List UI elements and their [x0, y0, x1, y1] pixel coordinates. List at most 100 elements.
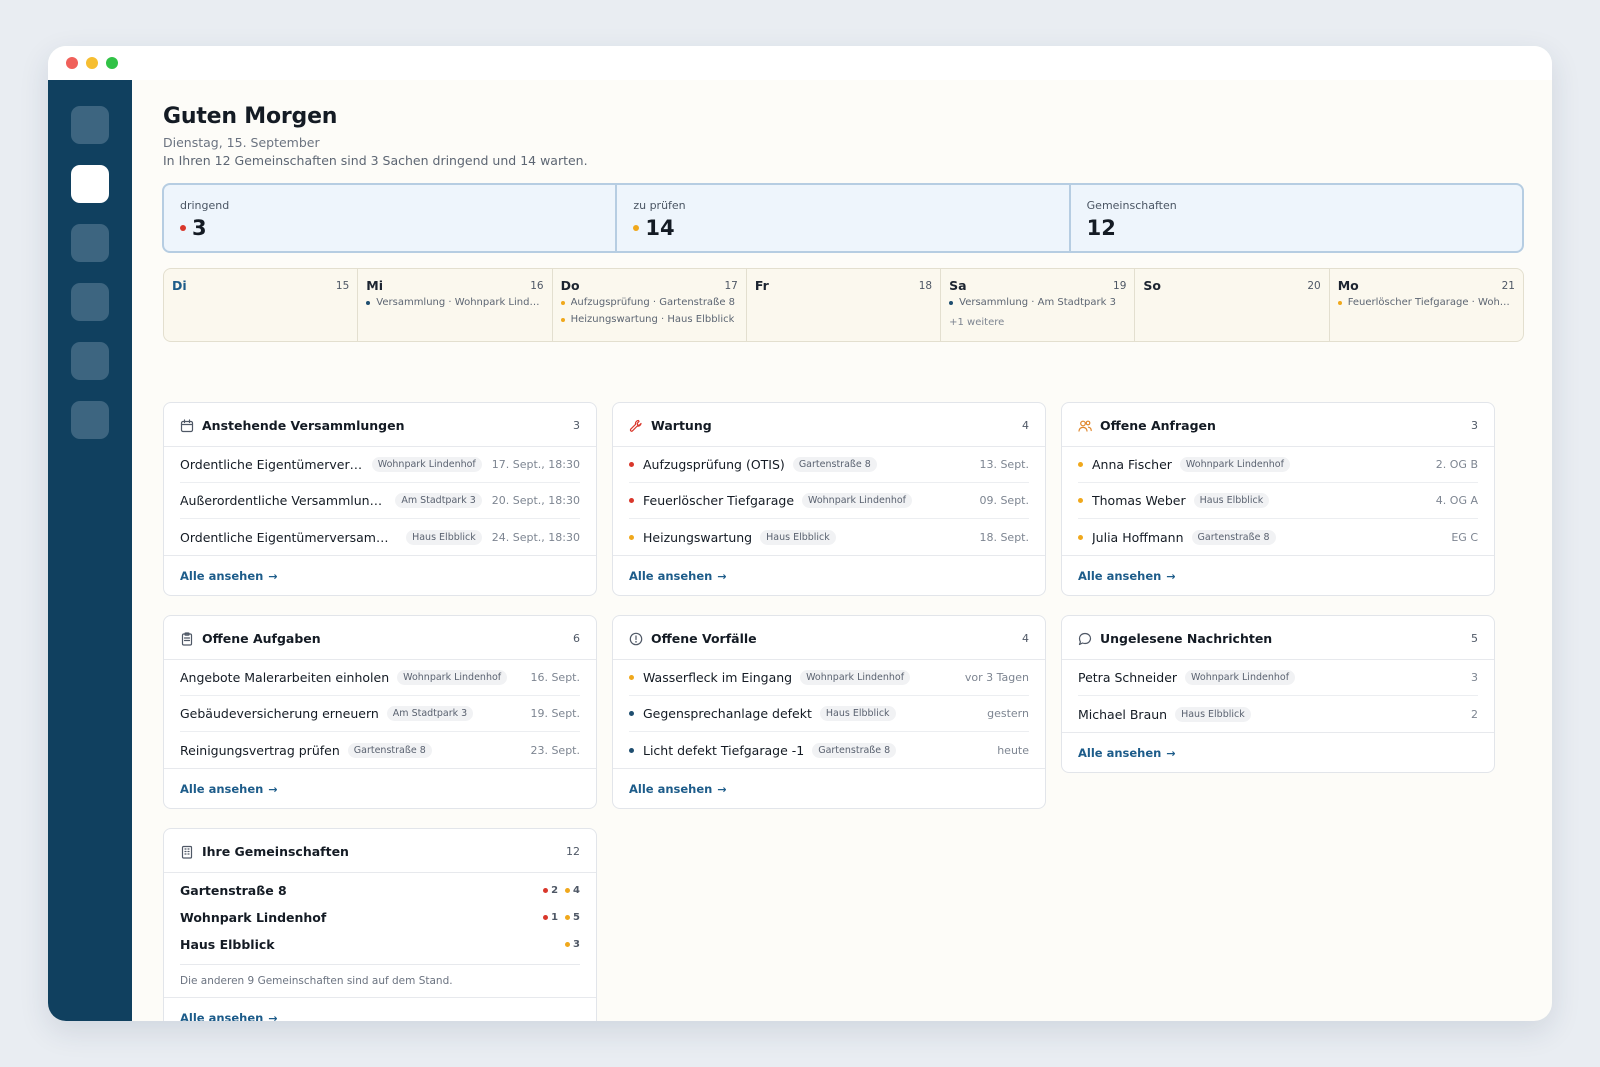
item-title: Angebote Malerarbeiten einholen [180, 670, 390, 685]
card-list: Anna Fischer Wohnpark Lindenhof 2. OG B Tho… [1062, 447, 1494, 555]
minimize-window-button[interactable] [86, 57, 98, 69]
list-item[interactable]: Angebote Malerarbeiten einholen Wohnpark … [180, 660, 580, 696]
list-item[interactable]: Außerordentliche Versammlung: Dachsanier… [180, 483, 580, 519]
event-text: Aufzugsprüfung · Gartenstraße 8 [570, 297, 736, 308]
list-item[interactable]: Licht defekt Tiefgarage -1 Gartenstraße 8… [629, 732, 1029, 768]
list-item[interactable]: Thomas Weber Haus Elbblick 4. OG A [1078, 483, 1478, 519]
calendar-event[interactable]: Versammlung · Wohnpark Lindenhof [366, 297, 544, 308]
maximize-window-button[interactable] [106, 57, 118, 69]
community-row[interactable]: Haus Elbblick 3 [180, 931, 580, 958]
calendar-day[interactable]: So 20 [1135, 269, 1330, 341]
review-count: 3 [565, 939, 580, 950]
list-item[interactable]: Gegensprechanlage defekt Haus Elbblick ges… [629, 696, 1029, 732]
card-header: Ungelesene Nachrichten 5 [1062, 616, 1494, 660]
list-item[interactable]: Petra Schneider Wohnpark Lindenhof 3 [1078, 660, 1478, 696]
card-footer: Alle ansehen → [164, 555, 596, 595]
list-item[interactable]: Wasserfleck im Eingang Wohnpark Lindenhof… [629, 660, 1029, 696]
item-meta: 2 [1471, 707, 1478, 721]
status-dot-icon [629, 711, 634, 716]
card-header: Wartung 4 [613, 403, 1045, 447]
item-meta: 16. Sept. [530, 671, 580, 684]
review-dot-icon [565, 942, 571, 947]
arrow-right-icon: → [268, 569, 278, 583]
list-item[interactable]: Ordentliche Eigentümerversammlung Wohnpar… [180, 447, 580, 483]
community-list: Gartenstraße 8 2 4 Wohnpark Lindenhof 1 5 Haus… [164, 873, 596, 958]
community-badge: Gartenstraße 8 [812, 742, 897, 758]
list-item[interactable]: Ordentliche Eigentümerversammlung Haus El… [180, 519, 580, 555]
calendar-event[interactable]: Heizungswartung · Haus Elbblick [560, 314, 738, 325]
stat-communities[interactable]: Gemeinschaften 12 [1071, 185, 1522, 251]
list-item[interactable]: Feuerlöscher Tiefgarage Wohnpark Lindenho… [629, 483, 1029, 519]
card-header: Ihre Gemeinschaften 12 [164, 829, 596, 873]
item-meta: 19. Sept. [530, 707, 580, 720]
item-title: Außerordentliche Versammlung: Dachsanier… [180, 493, 387, 508]
community-badge: Wohnpark Lindenhof [1179, 457, 1290, 472]
list-item[interactable]: Julia Hoffmann Gartenstraße 8 EG C [1078, 519, 1478, 555]
item-meta: 4. OG A [1435, 494, 1478, 507]
status-dot-icon [1078, 534, 1083, 540]
card-title: Offene Aufgaben [202, 631, 321, 646]
more-events-link[interactable]: +1 weitere [949, 317, 1004, 328]
calendar-day[interactable]: Mo 21 Feuerlöscher Tiefgarage · Wohnpark L… [1330, 269, 1523, 341]
close-window-button[interactable] [66, 57, 78, 69]
list-item[interactable]: Anna Fischer Wohnpark Lindenhof 2. OG B [1078, 447, 1478, 483]
sidebar-item-5[interactable] [71, 342, 109, 380]
item-title: Julia Hoffmann [1092, 529, 1184, 545]
arrow-right-icon: → [268, 1011, 278, 1022]
calendar-day[interactable]: Sa 19 Versammlung · Am Stadtpark 3 +1 weite… [941, 269, 1136, 341]
community-badge: Wohnpark Lindenhof [371, 457, 482, 472]
calendar-day[interactable]: Do 17 Aufzugsprüfung · Gartenstraße 8 Heizu… [553, 269, 747, 341]
status-dot-icon [629, 462, 634, 467]
view-all-link[interactable]: Alle ansehen → [629, 569, 727, 583]
wrench-icon [629, 418, 643, 432]
view-all-link[interactable]: Alle ansehen → [180, 569, 278, 583]
card-footer: Alle ansehen → [1062, 555, 1494, 595]
card-footer: Alle ansehen → [613, 555, 1045, 595]
item-title: Heizungswartung [643, 529, 753, 545]
stat-review[interactable]: zu prüfen 14 [617, 185, 1071, 251]
card-count: 3 [1471, 419, 1478, 432]
view-all-label: Alle ansehen [1078, 746, 1162, 760]
card-header: Offene Aufgaben 6 [164, 616, 596, 660]
calendar-day[interactable]: Mi 16 Versammlung · Wohnpark Lindenhof [358, 269, 553, 341]
stat-label: Gemeinschaften [1086, 199, 1177, 212]
sidebar-item-3[interactable] [71, 224, 109, 262]
community-badge: Am Stadtpark 3 [395, 493, 482, 508]
list-item[interactable]: Michael Braun Haus Elbblick 2 [1078, 696, 1478, 732]
calendar-day[interactable]: Fr 18 [747, 269, 942, 341]
community-badge: Haus Elbblick [406, 529, 482, 545]
day-name: Mo [1337, 278, 1359, 293]
community-badge: Wohnpark Lindenhof [800, 670, 911, 685]
card-list: Wasserfleck im Eingang Wohnpark Lindenhof… [613, 660, 1045, 768]
card-count: 12 [566, 845, 580, 858]
stat-urgent[interactable]: dringend 3 [164, 185, 618, 251]
list-item[interactable]: Heizungswartung Haus Elbblick 18. Sept. [629, 519, 1029, 555]
calendar-event[interactable]: Aufzugsprüfung · Gartenstraße 8 [560, 297, 738, 308]
sidebar-item-2[interactable] [71, 165, 109, 203]
stat-label: dringend [180, 199, 230, 212]
unread-messages-card: Ungelesene Nachrichten 5 Petra Schneider Wo… [1061, 615, 1495, 773]
list-item[interactable]: Aufzugsprüfung (OTIS) Gartenstraße 8 13. S… [629, 447, 1029, 483]
calendar-event[interactable]: Versammlung · Am Stadtpark 3 [949, 297, 1126, 308]
view-all-link[interactable]: Alle ansehen → [629, 782, 727, 796]
view-all-link[interactable]: Alle ansehen → [1078, 569, 1176, 583]
view-all-link[interactable]: Alle ansehen → [1078, 746, 1176, 760]
list-item[interactable]: Gebäudeversicherung erneuern Am Stadtpark… [180, 696, 580, 732]
community-counts: 3 [558, 939, 580, 950]
list-item[interactable]: Reinigungsvertrag prüfen Gartenstraße 8 23… [180, 732, 580, 768]
sidebar-item-1[interactable] [71, 106, 109, 144]
item-title: Reinigungsvertrag prüfen [180, 742, 340, 758]
view-all-link[interactable]: Alle ansehen → [180, 782, 278, 796]
card-title: Wartung [651, 418, 712, 433]
calendar-day[interactable]: Di 15 [164, 269, 359, 341]
sidebar-item-6[interactable] [71, 401, 109, 439]
review-count: 5 [565, 912, 580, 923]
event-dot-icon [366, 300, 371, 305]
calendar-event[interactable]: Feuerlöscher Tiefgarage · Wohnpark Linde… [1337, 297, 1515, 308]
community-row[interactable]: Wohnpark Lindenhof 1 5 [180, 904, 580, 931]
community-badge: Am Stadtpark 3 [386, 706, 474, 721]
review-count-value: 4 [573, 885, 580, 896]
view-all-link[interactable]: Alle ansehen → [180, 1011, 278, 1021]
community-row[interactable]: Gartenstraße 824 [180, 877, 580, 904]
sidebar-item-4[interactable] [71, 283, 109, 321]
